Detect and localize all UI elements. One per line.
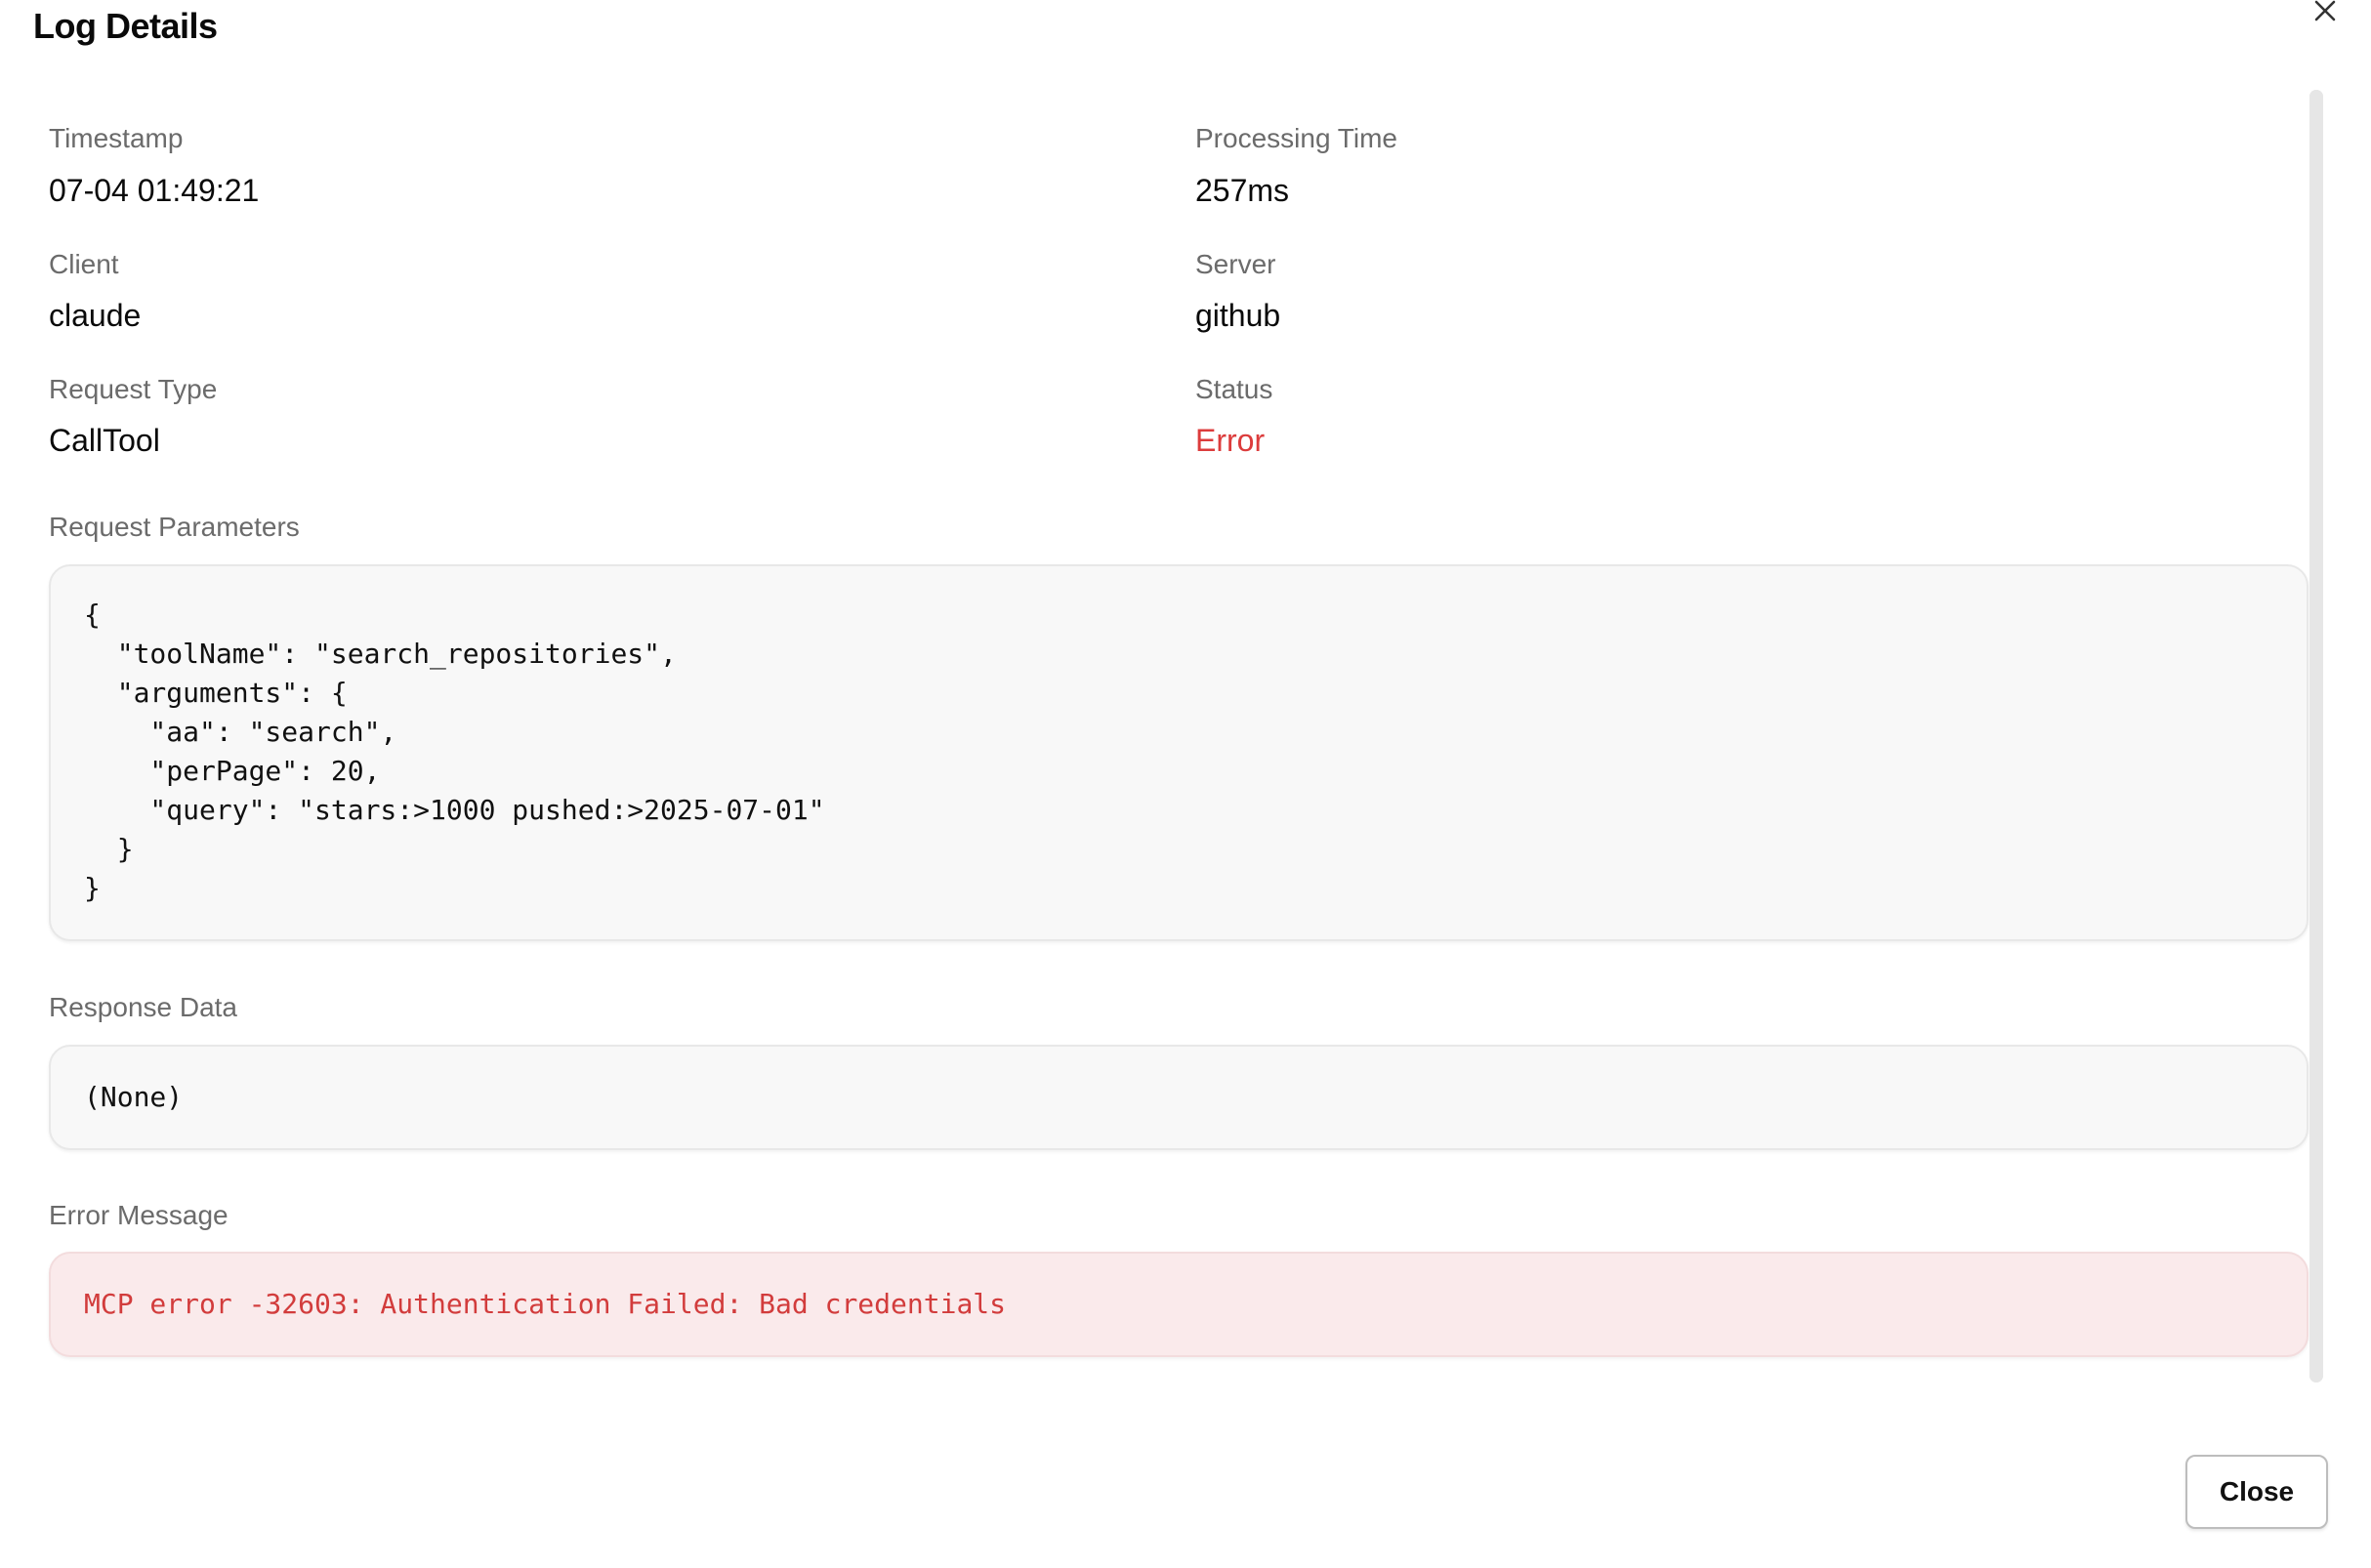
- processing-time-label: Processing Time: [1195, 123, 1397, 153]
- server-value: github: [1195, 298, 1281, 333]
- timestamp-label: Timestamp: [49, 123, 184, 153]
- request-type-value: CallTool: [49, 423, 160, 458]
- close-icon[interactable]: [2309, 0, 2344, 23]
- processing-time-value: 257ms: [1195, 173, 1290, 208]
- close-button[interactable]: Close: [2185, 1455, 2328, 1529]
- server-label: Server: [1195, 249, 1276, 279]
- log-details-dialog: Log Details Timestamp 07-04 01:49:21 Pro…: [0, 0, 2371, 1568]
- error-message-label: Error Message: [49, 1200, 229, 1230]
- request-parameters-box: { "toolName": "search_repositories", "ar…: [49, 564, 2309, 941]
- client-value: claude: [49, 298, 142, 333]
- status-label: Status: [1195, 374, 1273, 404]
- scrollbar-track[interactable]: [2309, 90, 2323, 1382]
- timestamp-value: 07-04 01:49:21: [49, 173, 260, 208]
- dialog-title: Log Details: [33, 6, 218, 46]
- error-message-box: MCP error -32603: Authentication Failed:…: [49, 1252, 2309, 1357]
- request-parameters-code: { "toolName": "search_repositories", "ar…: [84, 598, 825, 904]
- scrollbar-thumb[interactable]: [2309, 90, 2323, 1382]
- response-data-label: Response Data: [49, 992, 238, 1022]
- request-type-label: Request Type: [49, 374, 218, 404]
- request-parameters-label: Request Parameters: [49, 512, 300, 542]
- error-message-code: MCP error -32603: Authentication Failed:…: [84, 1288, 1007, 1320]
- response-data-code: (None): [84, 1081, 184, 1113]
- response-data-box: (None): [49, 1045, 2309, 1150]
- close-icon-glyph: [2314, 0, 2336, 21]
- client-label: Client: [49, 249, 119, 279]
- status-value: Error: [1195, 423, 1266, 458]
